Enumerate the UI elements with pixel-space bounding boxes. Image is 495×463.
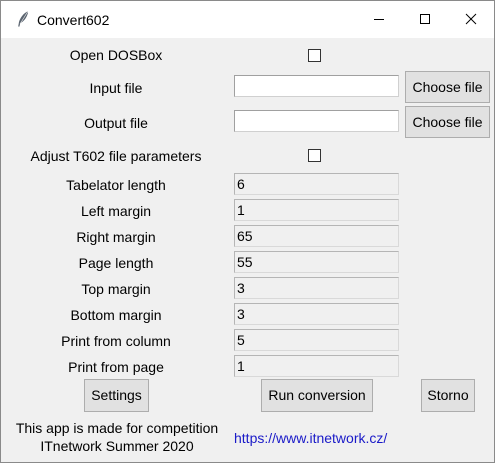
output-file-field[interactable]: [234, 110, 399, 132]
input-file-label: Input file: [89, 80, 143, 96]
top-margin-label: Top margin: [81, 281, 151, 297]
bottom-margin-field[interactable]: 3: [234, 303, 399, 325]
right-margin-label: Right margin: [76, 229, 156, 245]
tabelator-length-label: Tabelator length: [66, 177, 166, 193]
top-margin-field[interactable]: 3: [234, 277, 399, 299]
minimize-icon: [374, 19, 384, 20]
bottom-margin-label: Bottom margin: [70, 307, 162, 323]
input-file-field[interactable]: [234, 75, 399, 97]
feather-icon: [18, 11, 28, 27]
competition-note-line2: ITnetwork Summer 2020: [40, 438, 194, 454]
print-from-page-field[interactable]: 1: [234, 355, 399, 377]
right-margin-field[interactable]: 65: [234, 225, 399, 247]
left-margin-label: Left margin: [80, 203, 152, 219]
page-length-field[interactable]: 55: [234, 251, 399, 273]
output-file-label: Output file: [84, 115, 148, 131]
print-from-column-field[interactable]: 5: [234, 329, 399, 351]
maximize-button[interactable]: [402, 1, 448, 38]
close-icon: [465, 13, 477, 25]
competition-note-line1: This app is made for competition: [15, 420, 219, 436]
title-bar[interactable]: Convert602: [1, 1, 494, 38]
settings-button[interactable]: Settings: [84, 379, 149, 412]
run-conversion-button[interactable]: Run conversion: [261, 379, 373, 412]
app-window: Convert602 Open DOSBox Input file Choose…: [0, 0, 495, 463]
print-from-page-label: Print from page: [68, 359, 164, 375]
choose-input-file-button[interactable]: Choose file: [405, 71, 490, 103]
close-button[interactable]: [448, 1, 494, 38]
minimize-button[interactable]: [356, 1, 402, 38]
tabelator-length-field[interactable]: 6: [234, 173, 399, 195]
adjust-params-label: Adjust T602 file parameters: [30, 148, 202, 164]
window-title: Convert602: [37, 12, 110, 28]
open-dosbox-label: Open DOSBox: [69, 47, 163, 63]
open-dosbox-checkbox[interactable]: [308, 49, 321, 62]
left-margin-field[interactable]: 1: [234, 199, 399, 221]
maximize-icon: [420, 14, 430, 24]
choose-output-file-button[interactable]: Choose file: [405, 106, 490, 138]
print-from-column-label: Print from column: [61, 333, 171, 349]
storno-button[interactable]: Storno: [421, 379, 475, 412]
page-length-label: Page length: [78, 255, 154, 271]
adjust-params-checkbox[interactable]: [308, 149, 321, 162]
itnetwork-link[interactable]: https://www.itnetwork.cz/: [234, 429, 387, 447]
